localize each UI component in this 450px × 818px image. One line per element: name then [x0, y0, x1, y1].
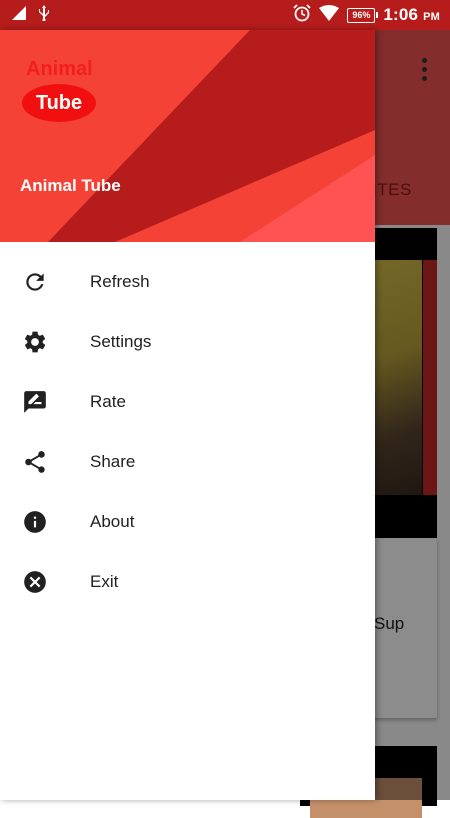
- clock-time: 1:06: [383, 5, 419, 24]
- menu-item-exit[interactable]: Exit: [0, 552, 375, 612]
- signal-icon: [12, 5, 28, 25]
- drawer-header-title: Animal Tube: [20, 176, 121, 195]
- logo-text: Animal: [26, 58, 93, 80]
- menu-item-label: Rate: [90, 392, 126, 411]
- menu-item-label: About: [90, 512, 135, 531]
- refresh-icon: [22, 269, 48, 295]
- menu-item-share[interactable]: Share: [0, 432, 375, 492]
- navigation-drawer: Animal Tube Animal Tube Refresh Settings…: [0, 30, 375, 800]
- menu-item-about[interactable]: About: [0, 492, 375, 552]
- menu-item-label: Share: [90, 452, 136, 471]
- close-icon: [22, 569, 48, 595]
- clock: 1:06 PM: [383, 5, 440, 25]
- menu-item-label: Settings: [90, 332, 152, 351]
- share-icon: [22, 449, 48, 475]
- menu-item-label: Exit: [90, 572, 119, 591]
- info-icon: [22, 509, 48, 535]
- menu-item-refresh[interactable]: Refresh: [0, 252, 375, 312]
- usb-icon: [38, 4, 50, 26]
- logo-pill: Tube: [22, 84, 96, 122]
- drawer-header: Animal Tube Animal Tube: [0, 30, 375, 242]
- rate-icon: [22, 389, 48, 415]
- gear-icon: [22, 329, 48, 355]
- battery-icon: 96%: [347, 7, 379, 23]
- drawer-menu: Refresh Settings Rate Share About Exit: [0, 242, 375, 612]
- status-bar: 96% 1:06 PM: [0, 0, 450, 30]
- menu-item-label: Refresh: [90, 272, 150, 291]
- wifi-icon: [319, 4, 340, 26]
- menu-item-settings[interactable]: Settings: [0, 312, 375, 372]
- alarm-icon: [293, 3, 311, 27]
- menu-item-rate[interactable]: Rate: [0, 372, 375, 432]
- clock-ampm: PM: [423, 11, 440, 23]
